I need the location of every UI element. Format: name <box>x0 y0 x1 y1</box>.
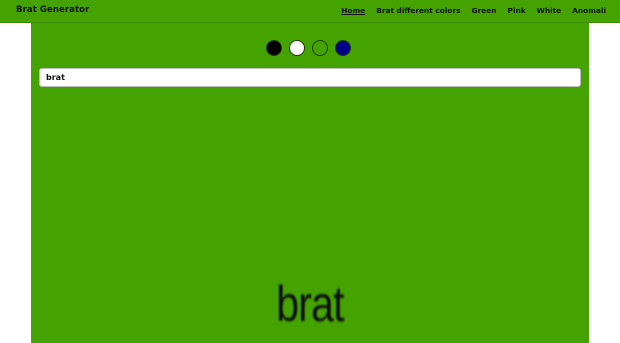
site-logo-text[interactable]: Brat Generator <box>16 5 89 15</box>
swatch-black[interactable] <box>266 40 282 56</box>
nav-home[interactable]: Home <box>341 6 365 15</box>
color-swatches <box>266 40 351 56</box>
swatch-navy[interactable] <box>335 40 351 56</box>
nav-pink[interactable]: Pink <box>508 6 526 15</box>
generator-panel: brat <box>31 23 589 343</box>
swatch-white[interactable] <box>289 40 305 56</box>
nav-brat-different-colors[interactable]: Brat different colors <box>376 6 460 15</box>
text-input[interactable] <box>39 68 581 87</box>
nav-anomali[interactable]: Anomali <box>572 6 606 15</box>
nav-green[interactable]: Green <box>472 6 497 15</box>
brat-preview-text: brat <box>276 276 344 332</box>
nav-white[interactable]: White <box>537 6 562 15</box>
swatch-green[interactable] <box>312 40 328 56</box>
site-header: Brat Generator Home Brat different color… <box>0 0 620 23</box>
top-nav: Home Brat different colors Green Pink Wh… <box>341 6 606 15</box>
